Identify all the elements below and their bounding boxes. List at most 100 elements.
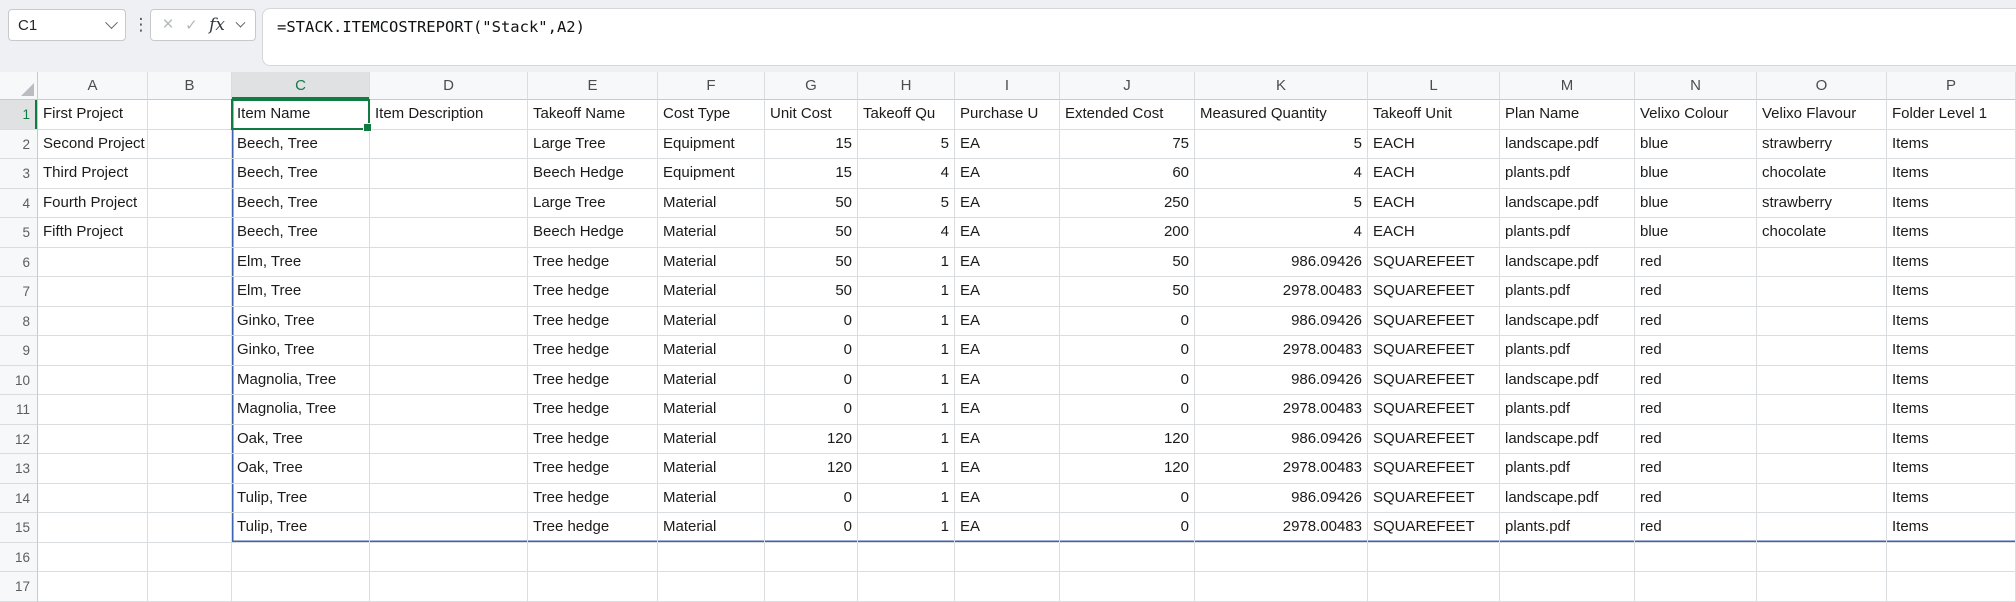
column-header-J[interactable]: J — [1060, 72, 1195, 100]
cell-L2[interactable]: EACH — [1368, 130, 1500, 160]
cell-E11[interactable]: Tree hedge — [528, 395, 658, 425]
cell-O12[interactable] — [1757, 425, 1887, 455]
column-header-E[interactable]: E — [528, 72, 658, 100]
cell-H11[interactable]: 1 — [858, 395, 955, 425]
cell-G9[interactable]: 0 — [765, 336, 858, 366]
cell-D16[interactable] — [370, 543, 528, 573]
cell-B2[interactable] — [148, 130, 232, 160]
column-header-D[interactable]: D — [370, 72, 528, 100]
cell-C2[interactable]: Beech, Tree — [232, 130, 370, 160]
cell-N6[interactable]: red — [1635, 248, 1757, 278]
cell-C6[interactable]: Elm, Tree — [232, 248, 370, 278]
row-header-4[interactable]: 4 — [0, 189, 38, 219]
cell-B12[interactable] — [148, 425, 232, 455]
cell-N14[interactable]: red — [1635, 484, 1757, 514]
cell-A10[interactable] — [38, 366, 148, 396]
cell-P12[interactable]: Items — [1887, 425, 2016, 455]
cell-C5[interactable]: Beech, Tree — [232, 218, 370, 248]
row-header-2[interactable]: 2 — [0, 130, 38, 160]
cell-C15[interactable]: Tulip, Tree — [232, 513, 370, 543]
cell-D7[interactable] — [370, 277, 528, 307]
cell-A8[interactable] — [38, 307, 148, 337]
cell-L14[interactable]: SQUAREFEET — [1368, 484, 1500, 514]
cell-L17[interactable] — [1368, 572, 1500, 602]
cell-G12[interactable]: 120 — [765, 425, 858, 455]
row-header-9[interactable]: 9 — [0, 336, 38, 366]
cell-P8[interactable]: Items — [1887, 307, 2016, 337]
cell-A13[interactable] — [38, 454, 148, 484]
cell-M16[interactable] — [1500, 543, 1635, 573]
cell-G11[interactable]: 0 — [765, 395, 858, 425]
cell-G5[interactable]: 50 — [765, 218, 858, 248]
cell-J15[interactable]: 0 — [1060, 513, 1195, 543]
column-header-K[interactable]: K — [1195, 72, 1368, 100]
select-all-corner[interactable] — [0, 72, 38, 100]
cell-M6[interactable]: landscape.pdf — [1500, 248, 1635, 278]
cell-F6[interactable]: Material — [658, 248, 765, 278]
cell-E12[interactable]: Tree hedge — [528, 425, 658, 455]
cell-K13[interactable]: 2978.00483 — [1195, 454, 1368, 484]
cell-L10[interactable]: SQUAREFEET — [1368, 366, 1500, 396]
name-box-chevron-icon[interactable] — [105, 16, 118, 29]
cell-H8[interactable]: 1 — [858, 307, 955, 337]
cell-P17[interactable] — [1887, 572, 2016, 602]
cell-J16[interactable] — [1060, 543, 1195, 573]
cell-A6[interactable] — [38, 248, 148, 278]
cell-K10[interactable]: 986.09426 — [1195, 366, 1368, 396]
cell-N13[interactable]: red — [1635, 454, 1757, 484]
cell-J13[interactable]: 120 — [1060, 454, 1195, 484]
cell-I6[interactable]: EA — [955, 248, 1060, 278]
cell-F11[interactable]: Material — [658, 395, 765, 425]
cell-N4[interactable]: blue — [1635, 189, 1757, 219]
cell-F2[interactable]: Equipment — [658, 130, 765, 160]
column-header-H[interactable]: H — [858, 72, 955, 100]
cell-O5[interactable]: chocolate — [1757, 218, 1887, 248]
cell-P13[interactable]: Items — [1887, 454, 2016, 484]
cell-E10[interactable]: Tree hedge — [528, 366, 658, 396]
cell-A15[interactable] — [38, 513, 148, 543]
column-header-G[interactable]: G — [765, 72, 858, 100]
cell-L1[interactable]: Takeoff Unit — [1368, 100, 1500, 130]
cell-J11[interactable]: 0 — [1060, 395, 1195, 425]
cell-O7[interactable] — [1757, 277, 1887, 307]
cell-N16[interactable] — [1635, 543, 1757, 573]
cell-P9[interactable]: Items — [1887, 336, 2016, 366]
cell-L11[interactable]: SQUAREFEET — [1368, 395, 1500, 425]
cell-H5[interactable]: 4 — [858, 218, 955, 248]
cell-E15[interactable]: Tree hedge — [528, 513, 658, 543]
cell-N8[interactable]: red — [1635, 307, 1757, 337]
cell-K12[interactable]: 986.09426 — [1195, 425, 1368, 455]
cell-J5[interactable]: 200 — [1060, 218, 1195, 248]
cell-O13[interactable] — [1757, 454, 1887, 484]
cell-D6[interactable] — [370, 248, 528, 278]
cell-A17[interactable] — [38, 572, 148, 602]
cell-M12[interactable]: landscape.pdf — [1500, 425, 1635, 455]
cell-A1[interactable]: First Project — [38, 100, 148, 130]
cell-A5[interactable]: Fifth Project — [38, 218, 148, 248]
cell-D3[interactable] — [370, 159, 528, 189]
cell-P4[interactable]: Items — [1887, 189, 2016, 219]
cell-B3[interactable] — [148, 159, 232, 189]
cell-K15[interactable]: 2978.00483 — [1195, 513, 1368, 543]
cell-M5[interactable]: plants.pdf — [1500, 218, 1635, 248]
cell-G4[interactable]: 50 — [765, 189, 858, 219]
cell-I9[interactable]: EA — [955, 336, 1060, 366]
cell-H1[interactable]: Takeoff Qu — [858, 100, 955, 130]
cell-M17[interactable] — [1500, 572, 1635, 602]
cell-P2[interactable]: Items — [1887, 130, 2016, 160]
cell-F14[interactable]: Material — [658, 484, 765, 514]
cell-J10[interactable]: 0 — [1060, 366, 1195, 396]
cell-D11[interactable] — [370, 395, 528, 425]
cell-B11[interactable] — [148, 395, 232, 425]
column-header-P[interactable]: P — [1887, 72, 2016, 100]
cell-H3[interactable]: 4 — [858, 159, 955, 189]
cell-L15[interactable]: SQUAREFEET — [1368, 513, 1500, 543]
cell-D8[interactable] — [370, 307, 528, 337]
row-header-1[interactable]: 1 — [0, 100, 38, 130]
cell-F12[interactable]: Material — [658, 425, 765, 455]
cell-I3[interactable]: EA — [955, 159, 1060, 189]
cell-G17[interactable] — [765, 572, 858, 602]
cell-N10[interactable]: red — [1635, 366, 1757, 396]
cell-G14[interactable]: 0 — [765, 484, 858, 514]
cell-P6[interactable]: Items — [1887, 248, 2016, 278]
